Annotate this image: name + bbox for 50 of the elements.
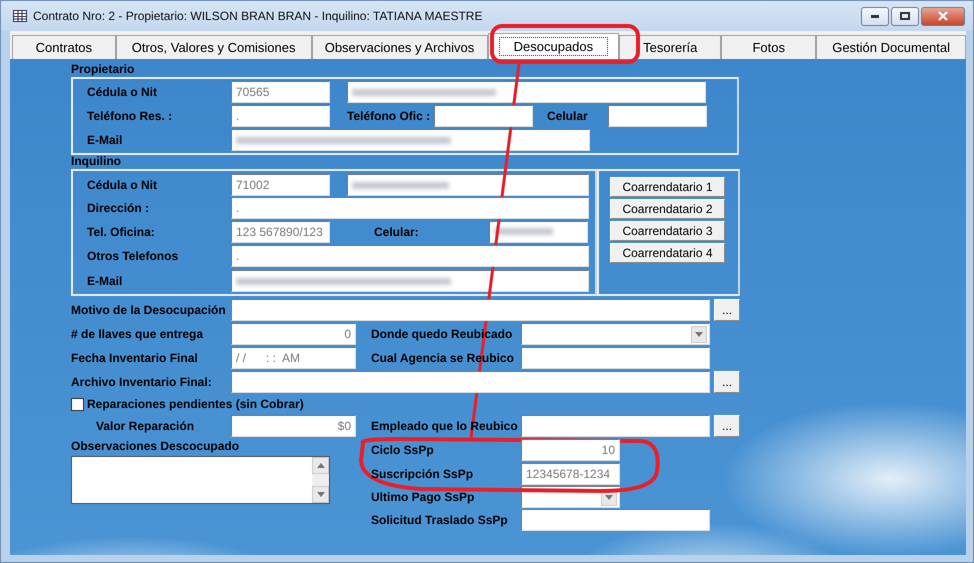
tab[interactable]: Observaciones y Archivos [312,35,488,59]
field-label: Celular [547,109,589,123]
tab[interactable]: Contratos [12,35,116,59]
input-field[interactable]: 70565 [231,81,330,103]
window-title: Contrato Nro: 2 - Propietario: WILSON BRAN BRAN - Inquilino: TATIANA MAESTRE [33,9,484,23]
field-label: Dirección : [87,201,150,215]
field-label: Teléfono Res. : [87,109,174,123]
checkbox-label: Reparaciones pendientes (sin Cobrar) [87,397,304,411]
input-field[interactable]: / / : : AM [231,347,356,369]
field-label: E-Mail [87,133,124,147]
tab[interactable]: Desocupados [488,33,620,59]
input-field[interactable]: 0 [231,323,356,345]
field-label: Celular: [374,224,420,238]
input-field[interactable]: 12345678-1234 [521,463,620,485]
browse-button[interactable]: ... [714,299,740,321]
coarrendatario-button[interactable]: Coarrendatario 4 [610,243,725,263]
input-field[interactable]: 123 567890/123 [231,220,330,242]
input-field[interactable]: . [231,105,330,127]
field-label: E-Mail [87,274,124,288]
input-field[interactable]: . [231,245,589,267]
input-field[interactable]: $0 [231,415,356,437]
field-label: Motivo de la Desocupación [71,303,227,317]
input-field[interactable]: . [231,197,589,219]
field-label: Cédula o Nit [87,85,158,99]
tab[interactable]: Fotos [721,35,816,59]
field-label: Solicitud Traslado SsPp [371,513,509,527]
field-label: # de llaves que entrega [71,327,204,341]
field-label: Ciclo SsPp [371,443,435,457]
coarrendatario-button[interactable]: Coarrendatario 2 [610,199,725,219]
tab[interactable]: Tesorería [619,35,722,59]
field-label: Archivo Inventario Final: [71,375,213,389]
field-label: Fecha Inventario Final [71,351,199,365]
browse-button[interactable]: ... [714,371,740,393]
field-label: Observaciones Descocupado [71,439,240,453]
field-label: Teléfono Ofic : [347,109,432,123]
input-field[interactable]: 71002 [231,174,330,196]
coarrendatario-button[interactable]: Coarrendatario 3 [610,221,725,241]
coarrendatario-button[interactable]: Coarrendatario 1 [610,177,725,197]
input-field[interactable]: 10 [521,439,620,461]
browse-button[interactable]: ... [714,415,740,437]
field-label: Tel. Oficina: [87,224,156,238]
section-heading: Inquilino [71,154,122,169]
tab[interactable]: Otros, Valores y Comisiones [116,35,312,59]
field-label: Ultimo Pago SsPp [371,490,476,504]
field-label: Suscripción SsPp [371,467,474,481]
section-heading: Propietario [71,62,136,77]
tab[interactable]: Gestión Documental [816,35,966,59]
field-label: Cédula o Nit [87,178,158,192]
field-label: Otros Telefonos [87,249,180,263]
field-label: Valor Reparación [95,419,196,433]
